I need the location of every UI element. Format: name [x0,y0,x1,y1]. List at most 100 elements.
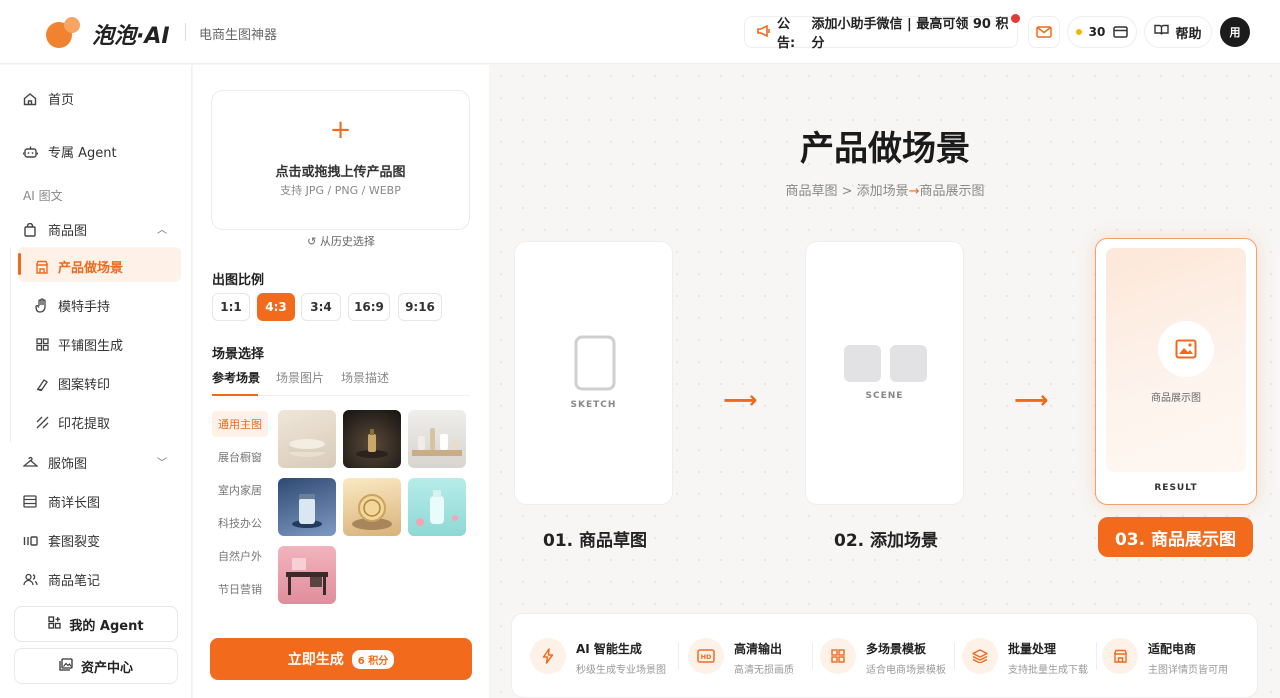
home-icon [22,91,38,107]
my-agent-button[interactable]: 我的 Agent [14,606,178,642]
sidebar-item-set-split[interactable]: 套图裂变 [22,531,100,550]
category-showcase[interactable]: 展台橱窗 [212,444,268,470]
sidebar-item-label: 套图裂变 [48,535,101,550]
sketch-label: SKETCH [570,400,617,410]
layers-icon [962,638,998,674]
feature-divider [1096,642,1097,670]
history-select-link[interactable]: ↺ 从历史选择 [193,233,489,249]
feature-desc: 主图详情页皆可用 [1148,665,1228,676]
columns-icon [22,533,38,549]
feature-desc: 适合电商场景模板 [866,665,946,676]
storefront-icon [1102,638,1138,674]
announcement-text: 添加小助手微信 | 最高可领 90 积分 [811,17,1009,51]
flow-text-a: 商品草图 > 添加场景 [785,184,909,199]
hand-icon [34,298,50,314]
sidebar-item-flatlay[interactable]: 平铺图生成 [34,335,123,354]
assets-label: 资产中心 [80,660,133,676]
category-interior[interactable]: 室内家居 [212,477,268,503]
grid-plus-icon [48,615,62,633]
sidebar-item-agent[interactable]: 专属 Agent [22,142,117,161]
scene-thumbnail[interactable] [278,546,336,604]
feature-title: 批量处理 [1008,642,1057,656]
sidebar-item-home[interactable]: 首页 [22,89,74,108]
coin-icon [1075,29,1082,35]
ratio-option-4-3[interactable]: 4:3 [257,293,295,321]
feature-desc: 高清无损画质 [734,665,794,676]
tab-scene-desc[interactable]: 场景描述 [341,369,389,386]
category-general[interactable]: 通用主图 [212,411,268,437]
hatch-icon [34,415,50,431]
section-label-ai: AI 图文 [23,189,63,203]
ratio-option-9-16[interactable]: 9:16 [398,293,442,321]
ratio-option-16-9[interactable]: 16:9 [348,293,390,321]
result-preview: 商品展示图 [1106,248,1246,472]
result-caption: 商品展示图 [1151,393,1201,404]
sidebar-item-label: 商品图 [48,224,88,239]
feature-divider [954,642,955,670]
assets-button[interactable]: 资产中心 [14,648,178,684]
scene-thumbnail[interactable] [408,478,466,536]
help-button[interactable]: 帮助 [1144,16,1212,48]
category-tech-office[interactable]: 科技办公 [212,510,268,536]
logo-icon[interactable] [44,17,84,49]
mail-icon [1036,26,1052,38]
sidebar-item-detail-long[interactable]: 商详长图 [22,492,100,511]
feature-ecommerce: 适配电商 主图详情页皆可用 [1102,638,1228,676]
feature-title: 多场景模板 [866,642,927,656]
category-festival[interactable]: 节日营销 [212,576,268,602]
sidebar: 首页 专属 Agent AI 图文 商品图 ︿ 产品做场景 模特手持 平铺图生成… [0,65,192,698]
book-icon [1154,24,1170,40]
step-card-scene: SCENE [805,241,964,505]
sidebar-item-label: 商品笔记 [48,574,101,589]
scene-thumbnail[interactable] [278,478,336,536]
sidebar-item-label: 产品做场景 [58,261,124,276]
sidebar-item-product-scene[interactable]: 产品做场景 [34,257,123,276]
mail-button[interactable] [1028,16,1060,48]
tab-scene-image[interactable]: 场景图片 [276,369,324,386]
sidebar-item-notes[interactable]: 商品笔记 [22,570,100,589]
sidebar-item-label: 服饰图 [48,457,88,472]
sidebar-item-model-hold[interactable]: 模特手持 [34,296,110,315]
sidebar-item-print-extract[interactable]: 印花提取 [34,413,110,432]
logo-text[interactable]: 泡泡·AI [92,18,170,50]
tab-reference-scene[interactable]: 参考场景 [212,369,260,386]
robot-icon [22,144,38,160]
scene-thumbnail[interactable] [343,478,401,536]
users-icon [22,572,38,588]
sidebar-item-label: 首页 [48,93,75,108]
sidebar-item-product-image[interactable]: 商品图 [22,220,87,239]
hanger-icon [22,455,38,471]
sidebar-item-pattern-transfer[interactable]: 图案转印 [34,374,110,393]
credits-count: 30 [1088,25,1106,39]
scene-thumbnail[interactable] [343,410,401,468]
step-title-3: 03. 商品展示图 [1098,517,1253,557]
category-outdoor[interactable]: 自然户外 [212,543,268,569]
ratio-label: 出图比例 [212,273,265,288]
cost-badge: 6 积分 [351,649,395,669]
result-label: RESULT [1154,483,1198,493]
feature-title: 高清输出 [734,642,783,656]
flow-arrow-icon: → [908,184,920,199]
sidebar-item-label: 图案转印 [58,378,111,393]
ratio-option-3-4[interactable]: 3:4 [301,293,341,321]
feature-multi-template: 多场景模板适合电商场景模板 [820,638,946,676]
header-subtitle: 电商生图神器 [199,28,278,43]
scene-thumbnail[interactable] [278,410,336,468]
sidebar-item-label: 商详长图 [48,496,101,511]
history-label: 从历史选择 [319,235,375,248]
grid-icon [34,337,50,353]
credits-button[interactable]: 30 [1067,16,1137,48]
chevron-down-icon[interactable]: ﹀ [157,454,167,469]
chevron-up-icon[interactable]: ︿ [157,221,167,236]
scene-thumbnail[interactable] [408,410,466,468]
ratio-option-1-1[interactable]: 1:1 [212,293,250,321]
sidebar-item-label: 平铺图生成 [58,339,124,354]
feature-divider [678,642,679,670]
generate-button[interactable]: 立即生成 6 积分 [210,638,472,680]
shopping-bag-icon [22,222,38,238]
notification-dot [1011,14,1020,23]
hd-icon: HD [688,638,724,674]
announcement-banner[interactable]: 公告: 添加小助手微信 | 最高可领 90 积分 [744,14,1020,51]
user-avatar[interactable]: 用 [1220,17,1250,47]
sidebar-item-apparel[interactable]: 服饰图 [22,453,87,472]
